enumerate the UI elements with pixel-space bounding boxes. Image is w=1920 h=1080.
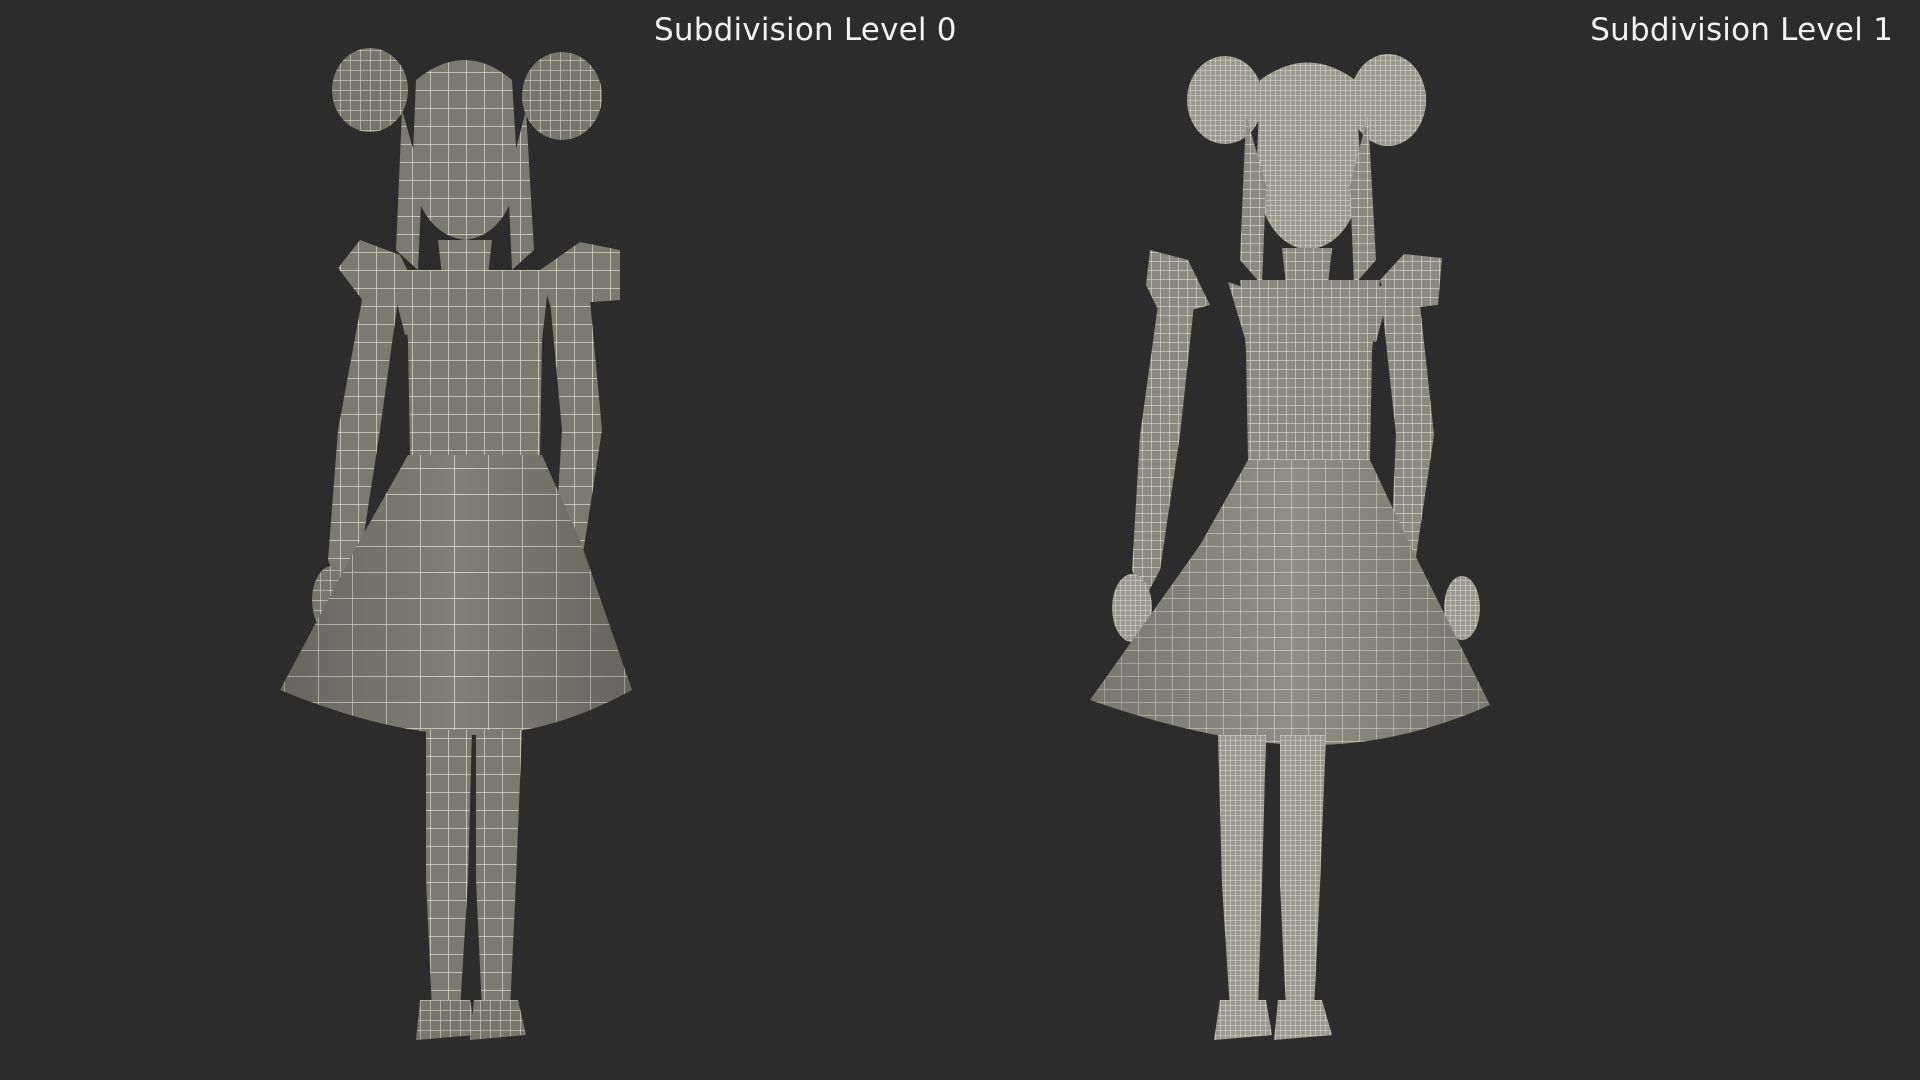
- head: [1240, 62, 1376, 285]
- wireframe-model-level-0: [250, 0, 750, 1080]
- hair-bun-right: [522, 52, 602, 140]
- panel-label-right: Subdivision Level 1: [1590, 12, 1893, 48]
- leg-right: [1280, 735, 1326, 1010]
- shoulder-ruffle-right: [1380, 254, 1442, 310]
- shoe-right: [1274, 1000, 1332, 1040]
- render-viewport: Subdivision Level 0 Subdivision Level 1: [0, 0, 1920, 1080]
- head: [396, 60, 534, 275]
- arm-left: [1132, 305, 1194, 600]
- hair-bun-left: [332, 48, 408, 132]
- leg-right: [476, 730, 522, 1010]
- hair-bun-left: [1187, 56, 1263, 144]
- hair-bun-right: [1350, 54, 1426, 146]
- shoe-right: [470, 1000, 526, 1040]
- leg-left: [1218, 735, 1266, 1010]
- wireframe-model-level-1: [1070, 0, 1530, 1080]
- shoulder-ruffle-right: [540, 242, 620, 305]
- model-illustration-level-0: [280, 48, 632, 1040]
- shoe-left: [1214, 1000, 1272, 1040]
- shoe-left: [416, 1000, 476, 1040]
- leg-left: [426, 730, 472, 1010]
- model-illustration-level-1: [1090, 54, 1490, 1040]
